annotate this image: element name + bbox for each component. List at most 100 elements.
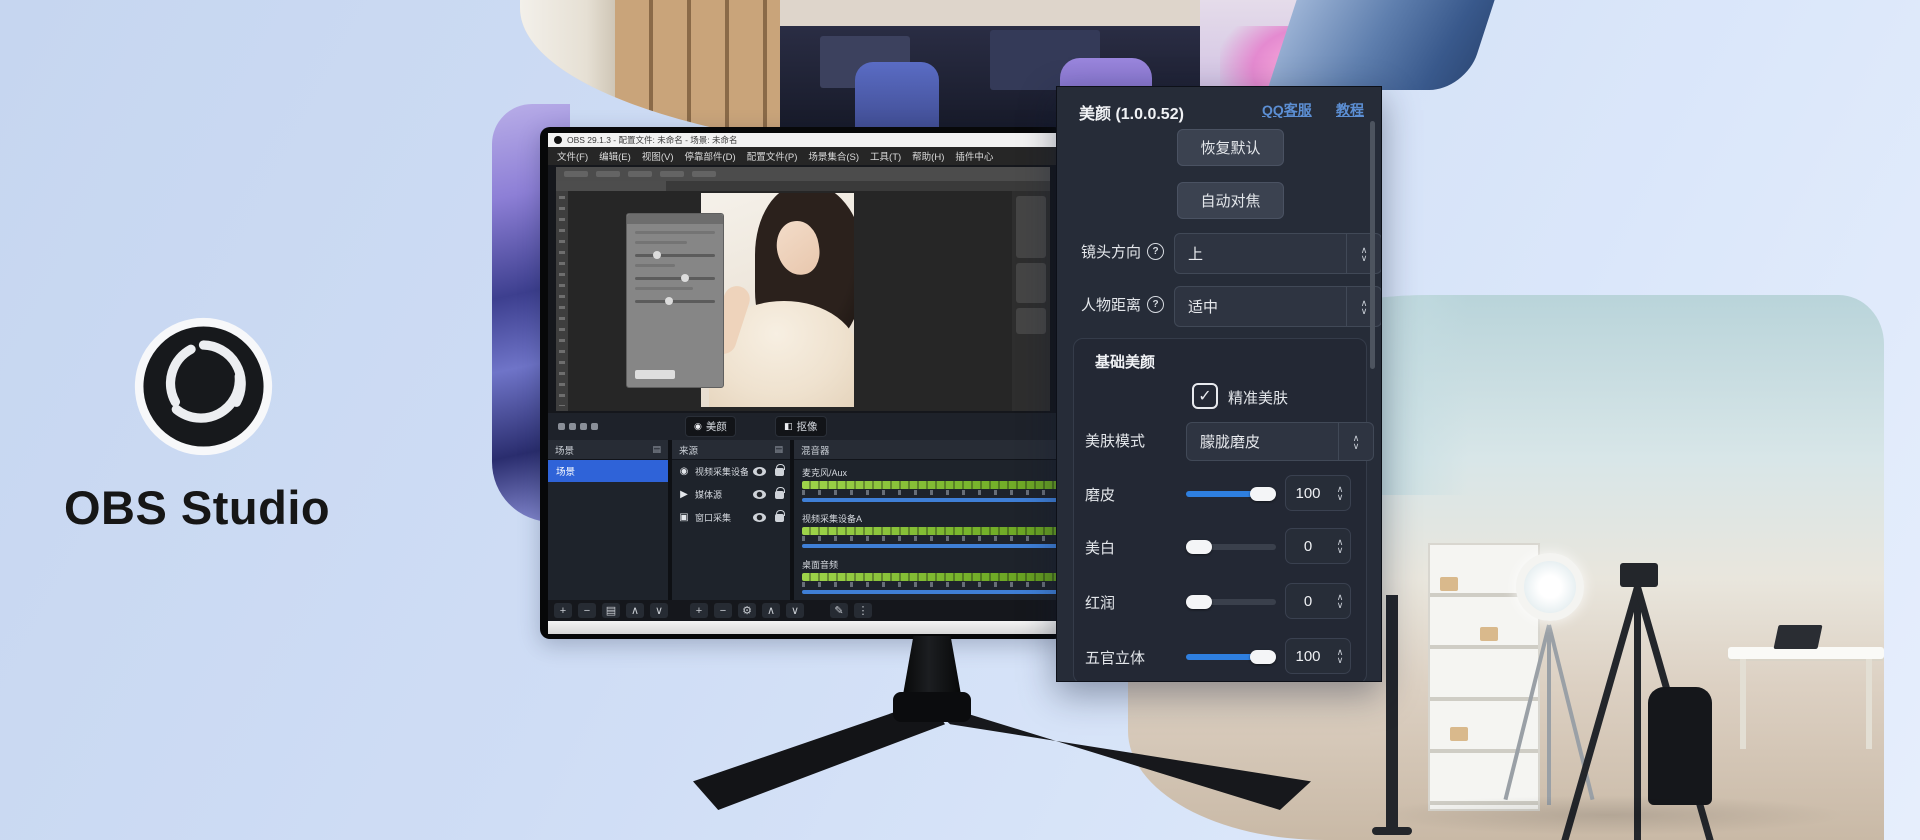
volume-slider[interactable] — [802, 590, 1058, 594]
select-spinner[interactable]: ∧ ∨ — [1346, 234, 1381, 273]
person-distance-select[interactable]: 适中 ∧ ∨ — [1174, 286, 1382, 327]
beauty-toggle-label: 美颜 — [706, 419, 727, 434]
menu-item-docks[interactable]: 停靠部件(D) — [684, 149, 735, 163]
rosy-slider[interactable] — [1186, 599, 1276, 605]
menu-item-profile[interactable]: 配置文件(P) — [747, 149, 798, 163]
slider-handle[interactable] — [1186, 595, 1212, 609]
beauty-plugin-panel: 美颜 (1.0.0.52) QQ客服 教程 恢复默认 自动对焦 镜头方向 ? 上… — [1056, 86, 1382, 682]
half-panel-icon: ◧ — [784, 421, 793, 432]
remove-source-button[interactable]: − — [714, 603, 732, 618]
menu-item-tools[interactable]: 工具(T) — [870, 149, 901, 163]
whitening-slider[interactable] — [1186, 544, 1276, 550]
source-up-button[interactable]: ∧ — [762, 603, 780, 618]
ring-light-leg — [1547, 625, 1551, 805]
basic-beauty-section: 基础美颜 ✓ 精准美肤 美肤模式 朦胧磨皮 ∧ ∨ 磨皮 — [1073, 338, 1367, 682]
camera-direction-select[interactable]: 上 ∧ ∨ — [1174, 233, 1382, 274]
scene-item-selected[interactable]: 场景 — [548, 460, 668, 482]
spin-arrows[interactable]: ∧ ∨ — [1330, 593, 1350, 609]
spin-arrows[interactable]: ∧ ∨ — [1330, 648, 1350, 664]
source-row[interactable]: ◉ 视频采集设备A — [672, 460, 790, 483]
slider-handle[interactable] — [1250, 487, 1276, 501]
mixer-dock-title: 混音器 — [801, 443, 830, 457]
whitening-value-spinbox[interactable]: 0 ∧ ∨ — [1285, 528, 1351, 564]
help-icon[interactable]: ? — [1147, 296, 1164, 313]
lock-icon[interactable] — [775, 491, 784, 499]
panel-scrollbar[interactable] — [1370, 121, 1375, 369]
chevron-down-icon: ∨ — [1353, 442, 1360, 450]
tutorial-link[interactable]: 教程 — [1336, 100, 1364, 120]
select-spinner[interactable]: ∧ ∨ — [1346, 287, 1381, 326]
source-down-button[interactable]: ∨ — [786, 603, 804, 618]
scenes-toolbar: + − ▤ ∧ ∨ — [554, 603, 668, 618]
laptop — [1773, 625, 1822, 649]
monitor-chin — [548, 621, 1058, 634]
remove-scene-button[interactable]: − — [578, 603, 596, 618]
obs-logo-icon — [554, 136, 562, 144]
obs-titlebar: OBS 29.1.3 - 配置文件: 未命名 - 场景: 未命名 — [548, 133, 1058, 147]
menu-item-plugin-center[interactable]: 插件中心 — [955, 149, 993, 163]
menu-item-help[interactable]: 帮助(H) — [912, 149, 944, 163]
obs-logo — [132, 315, 275, 458]
window-icon: ▣ — [678, 512, 690, 523]
help-icon[interactable]: ? — [1147, 243, 1164, 260]
matting-toggle-button[interactable]: ◧ 抠像 — [775, 416, 827, 437]
label-text: 人物距离 — [1081, 294, 1141, 315]
rosy-value-spinbox[interactable]: 0 ∧ ∨ — [1285, 583, 1351, 619]
source-row[interactable]: ▣ 窗口采集 — [672, 506, 790, 529]
select-spinner[interactable]: ∧ ∨ — [1338, 423, 1373, 460]
chevron-down-icon: ∨ — [1337, 493, 1344, 501]
slider-label: 磨皮 — [1085, 484, 1115, 505]
restore-defaults-button[interactable]: 恢复默认 — [1177, 129, 1284, 166]
scene-down-button[interactable]: ∨ — [650, 603, 668, 618]
slider-row-skin-smooth: 磨皮 100 ∧ ∨ — [1074, 476, 1368, 512]
qq-support-link[interactable]: QQ客服 — [1262, 100, 1312, 120]
add-source-button[interactable]: + — [690, 603, 708, 618]
volume-meter — [802, 527, 1058, 535]
skin-mode-select[interactable]: 朦胧磨皮 ∧ ∨ — [1186, 422, 1374, 461]
obs-preview-captured-window — [556, 167, 1050, 411]
add-scene-button[interactable]: + — [554, 603, 572, 618]
scene-up-button[interactable]: ∧ — [626, 603, 644, 618]
facial-depth-slider[interactable] — [1186, 654, 1276, 660]
pin-icon: ◉ — [694, 421, 702, 432]
eye-icon[interactable] — [753, 490, 766, 499]
ps-options-bar — [556, 167, 1050, 181]
source-row[interactable]: ▶ 媒体源 — [672, 483, 790, 506]
eye-icon[interactable] — [753, 513, 766, 522]
mixer-pen-button[interactable]: ✎ — [830, 603, 848, 618]
facial-depth-value-spinbox[interactable]: 100 ∧ ∨ — [1285, 638, 1351, 674]
value-text: 100 — [1286, 485, 1330, 502]
scene-filters-button[interactable]: ▤ — [602, 603, 620, 618]
scenes-dock: 场景 ▤ 场景 — [548, 440, 668, 600]
menu-item-view[interactable]: 视图(V) — [642, 149, 674, 163]
mixer-more-button[interactable]: ⋮ — [854, 603, 872, 618]
mixer-dock: 混音器 麦克风/Aux 视频采集设备A 桌面音频 — [794, 440, 1058, 600]
spin-arrows[interactable]: ∧ ∨ — [1330, 538, 1350, 554]
menu-item-file[interactable]: 文件(F) — [557, 149, 588, 163]
source-properties-button[interactable]: ⚙ — [738, 603, 756, 618]
slider-label: 五官立体 — [1085, 647, 1145, 668]
volume-slider[interactable] — [802, 544, 1058, 548]
eye-icon[interactable] — [753, 467, 766, 476]
precise-skin-checkbox[interactable]: ✓ — [1192, 383, 1218, 409]
volume-slider[interactable] — [802, 498, 1058, 502]
spin-arrows[interactable]: ∧ ∨ — [1330, 485, 1350, 501]
sources-toolbar: + − ⚙ ∧ ∨ — [690, 603, 804, 618]
slider-handle[interactable] — [1186, 540, 1212, 554]
chevron-down-icon: ∨ — [1337, 546, 1344, 554]
meter-ticks — [802, 582, 1058, 587]
beauty-toggle-button[interactable]: ◉ 美颜 — [685, 416, 736, 437]
decor-mic-stand — [1386, 595, 1398, 835]
mixer-entry: 桌面音频 — [802, 558, 1058, 594]
value-text: 100 — [1286, 648, 1330, 665]
skin-smooth-value-spinbox[interactable]: 100 ∧ ∨ — [1285, 475, 1351, 511]
slider-handle[interactable] — [1250, 650, 1276, 664]
camera-on-tripod — [1620, 563, 1658, 587]
skin-smooth-slider[interactable] — [1186, 491, 1276, 497]
lock-icon[interactable] — [775, 468, 784, 476]
select-value: 适中 — [1175, 296, 1346, 317]
autofocus-button[interactable]: 自动对焦 — [1177, 182, 1284, 219]
menu-item-scene-collection[interactable]: 场景集合(S) — [808, 149, 859, 163]
lock-icon[interactable] — [775, 514, 784, 522]
menu-item-edit[interactable]: 编辑(E) — [599, 149, 631, 163]
